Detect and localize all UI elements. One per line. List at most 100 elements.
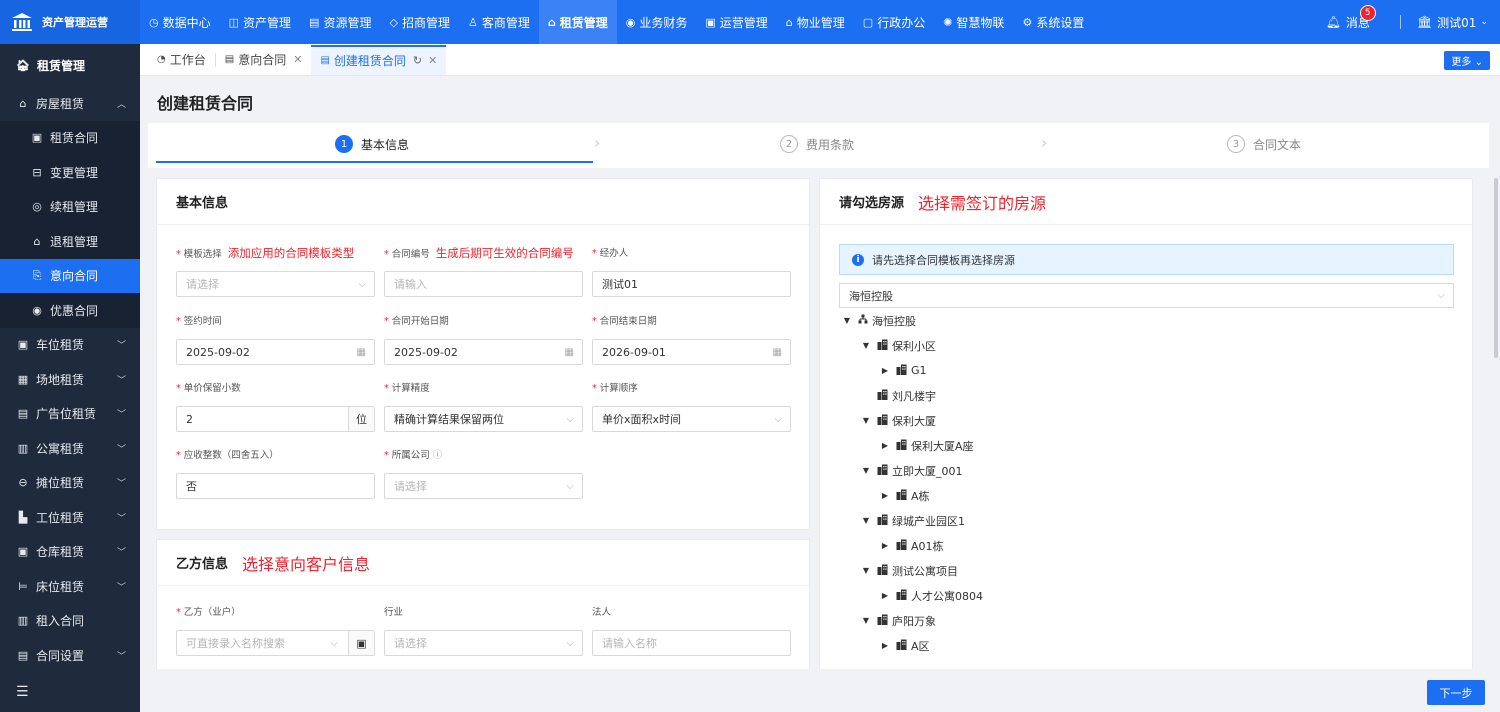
- topnav-item-4[interactable]: ♙ 客商管理: [459, 0, 539, 44]
- contract-number-input[interactable]: 请输入: [384, 271, 583, 297]
- sidebar-sub-item-1[interactable]: ⊟ 变更管理: [0, 155, 140, 190]
- sidebar-sub-item-3[interactable]: ⌂ 退租管理: [0, 224, 140, 259]
- sidebar-group-1[interactable]: ▦ 场地租赁 ﹀: [0, 362, 140, 397]
- template-select[interactable]: 请选择 ⌵: [176, 271, 375, 297]
- topnav-item-9[interactable]: ▢ 行政办公: [854, 0, 934, 44]
- company-select[interactable]: 请选择 ⌵: [384, 473, 583, 499]
- step-contract-text[interactable]: 3 合同文本: [1227, 123, 1301, 165]
- expand-toggle-icon[interactable]: ▶: [878, 366, 892, 375]
- chevron-down-icon: ﹀: [116, 444, 126, 455]
- org-select[interactable]: 海恒控股 ⌵: [839, 283, 1454, 308]
- tree-node[interactable]: ▶ A栋: [840, 483, 1440, 508]
- expand-toggle-icon[interactable]: ▼: [840, 316, 854, 325]
- sidebar-sub-item-2[interactable]: ◎ 续租管理: [0, 189, 140, 224]
- chevron-down-icon: ⌄: [1480, 17, 1488, 27]
- precision-select[interactable]: 精确计算结果保留两位 ⌵: [384, 406, 583, 432]
- tree-node[interactable]: ▶ 人才公寓0804: [840, 583, 1440, 608]
- topnav-item-3[interactable]: ◇ 招商管理: [380, 0, 458, 44]
- collapse-menu-icon[interactable]: ☰: [16, 684, 29, 700]
- sidebar-sub-item-0[interactable]: ▣ 租赁合同: [0, 120, 140, 155]
- tree-node[interactable]: 刘凡楼宇: [840, 383, 1440, 408]
- refresh-icon[interactable]: ↻: [413, 54, 422, 67]
- tree-node[interactable]: ▶ G1: [840, 358, 1440, 383]
- expand-toggle-icon[interactable]: ▼: [859, 341, 873, 350]
- tab-create-lease-contract[interactable]: ▤ 创建租赁合同 ↻ ✕: [311, 44, 447, 75]
- topnav-item-11[interactable]: ⚙ 系统设置: [1013, 0, 1093, 44]
- tab-workbench[interactable]: ◔ 工作台: [148, 46, 215, 74]
- decimal-input[interactable]: 2位: [176, 406, 375, 432]
- step-basic-info[interactable]: 1 基本信息: [335, 123, 409, 165]
- expand-toggle-icon[interactable]: ▶: [878, 491, 892, 500]
- user-menu[interactable]: 🏛︎ 测试01 ⌄: [1417, 14, 1488, 31]
- tab-intent-contract[interactable]: ▤ 意向合同 ✕: [216, 46, 312, 74]
- end-date-picker[interactable]: 2026-09-01 ▦: [592, 339, 791, 365]
- topnav-label: 运营管理: [719, 15, 768, 30]
- sidebar-group-7[interactable]: ⊨ 床位租赁 ﹀: [0, 569, 140, 604]
- tree-node[interactable]: ▼ 立即大厦_001: [840, 458, 1440, 483]
- user-name: 测试01: [1437, 15, 1477, 30]
- sidebar-group-house[interactable]: ⌂ 房屋租赁 ︿: [0, 86, 140, 121]
- handler-input[interactable]: 测试01: [592, 271, 791, 297]
- tree-node[interactable]: ▼ 保利小区: [840, 333, 1440, 358]
- tree-node[interactable]: ▶ A区: [840, 633, 1440, 658]
- close-icon[interactable]: ✕: [428, 54, 437, 67]
- expand-toggle-icon[interactable]: ▼: [859, 416, 873, 425]
- topnav-item-6[interactable]: ◉ 业务财务: [617, 0, 697, 44]
- sidebar-group-8[interactable]: ▥ 租入合同: [0, 604, 140, 639]
- topnav-item-8[interactable]: ⌂ 物业管理: [777, 0, 854, 44]
- tree-node[interactable]: ▼ 海恒控股: [840, 308, 1440, 333]
- tree-node[interactable]: ▶ 保利大厦A座: [840, 433, 1440, 458]
- topnav-item-5[interactable]: ⌂ 租赁管理: [538, 0, 617, 44]
- topnav-item-10[interactable]: ✺ 智慧物联: [934, 0, 1013, 44]
- tenant-search-select[interactable]: 可直接录入名称搜索 ⌵ ▣: [176, 630, 375, 656]
- help-icon[interactable]: ⓘ: [433, 450, 443, 461]
- sidebar-group-6[interactable]: ▣ 仓库租赁 ﹀: [0, 535, 140, 570]
- more-tabs-button[interactable]: 更多 ⌄: [1444, 51, 1490, 70]
- expand-toggle-icon[interactable]: ▶: [878, 591, 892, 600]
- expand-toggle-icon[interactable]: ▼: [859, 466, 873, 475]
- order-select[interactable]: 单价x面积x时间 ⌵: [592, 406, 791, 432]
- tree-node[interactable]: ▼ 庐阳万象: [840, 608, 1440, 633]
- legal-person-input[interactable]: 请输入名称: [592, 630, 791, 656]
- app-logo[interactable]: 资产管理运营: [0, 0, 140, 44]
- handler-field: * 经办人 测试01: [592, 245, 791, 297]
- sidebar-group-9[interactable]: ▤ 合同设置 ﹀: [0, 638, 140, 673]
- industry-select[interactable]: 请选择 ⌵: [384, 630, 583, 656]
- placeholder: 请选择: [394, 480, 427, 493]
- expand-toggle-icon[interactable]: ▼: [859, 516, 873, 525]
- messages-button[interactable]: 🔔︎ 消息 5: [1326, 4, 1376, 31]
- scrollbar[interactable]: [1494, 178, 1498, 358]
- sidebar-group-0[interactable]: ▣ 车位租赁 ﹀: [0, 328, 140, 363]
- sidebar-group-4[interactable]: ⊖ 摊位租赁 ﹀: [0, 466, 140, 501]
- chevron-down-icon: ⌵: [358, 278, 366, 290]
- expand-toggle-icon[interactable]: ▼: [859, 616, 873, 625]
- tree-node[interactable]: ▼ 测试公寓项目: [840, 558, 1440, 583]
- sidebar-sub-item-4[interactable]: ⎘ 意向合同: [0, 258, 140, 293]
- tree-node[interactable]: ▼ 保利大厦: [840, 408, 1440, 433]
- sidebar-group-3[interactable]: ▥ 公寓租赁 ﹀: [0, 431, 140, 466]
- topnav-item-1[interactable]: ◫ 资产管理: [220, 0, 300, 44]
- expand-toggle-icon[interactable]: ▶: [878, 441, 892, 450]
- sidebar-group-2[interactable]: ▤ 广告位租赁 ﹀: [0, 397, 140, 432]
- tree-node[interactable]: ▶ A01栋: [840, 533, 1440, 558]
- start-date-picker[interactable]: 2025-09-02 ▦: [384, 339, 583, 365]
- expand-toggle-icon[interactable]: ▶: [878, 541, 892, 550]
- topnav-item-2[interactable]: ▤ 资源管理: [300, 0, 380, 44]
- sidebar-sub-item-5[interactable]: ◉ 优惠合同: [0, 293, 140, 328]
- next-step-button[interactable]: 下一步: [1427, 680, 1485, 705]
- building-icon: [896, 489, 907, 503]
- expand-toggle-icon[interactable]: ▶: [878, 641, 892, 650]
- field-label: 经办人: [599, 248, 629, 259]
- step-fee-terms[interactable]: 2 费用条款: [780, 123, 854, 165]
- placeholder: 请输入: [394, 278, 427, 291]
- sign-date-picker[interactable]: 2025-09-02 ▦: [176, 339, 375, 365]
- close-icon[interactable]: ✕: [293, 53, 302, 66]
- tree-node[interactable]: ▼ 绿城产业园区1: [840, 508, 1440, 533]
- topnav-item-7[interactable]: ▣ 运营管理: [696, 0, 776, 44]
- sidebar-group-5[interactable]: ▙ 工位租赁 ﹀: [0, 500, 140, 535]
- rounding-select[interactable]: 否: [176, 473, 375, 499]
- sidebar-title[interactable]: 🏠︎ 租赁管理: [0, 44, 140, 86]
- topnav-item-0[interactable]: ◷ 数据中心: [140, 0, 220, 44]
- clipboard-icon[interactable]: ▣: [348, 631, 374, 655]
- expand-toggle-icon[interactable]: ▼: [859, 566, 873, 575]
